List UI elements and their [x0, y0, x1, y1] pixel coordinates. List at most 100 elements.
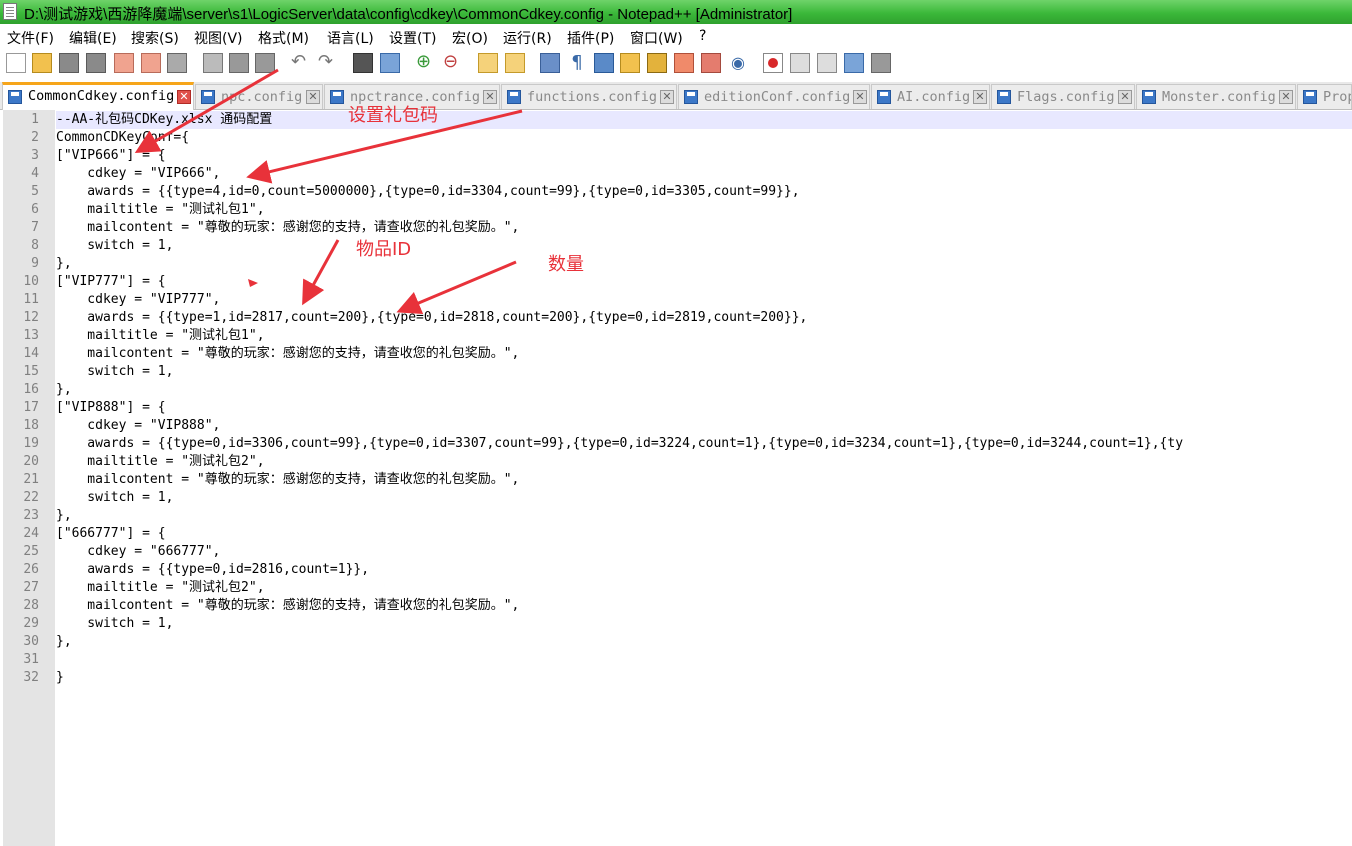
close-tab-icon[interactable]: ✕ [1279, 90, 1293, 104]
menu-edit[interactable]: 编辑(E) [69, 28, 117, 48]
code-line[interactable]: ["VIP777"] = { [56, 273, 166, 291]
code-line[interactable]: ["VIP888"] = { [56, 399, 166, 417]
code-line[interactable]: ["VIP666"] = { [56, 147, 166, 165]
close-tab-icon[interactable]: ✕ [306, 90, 320, 104]
saved-file-icon [507, 90, 521, 104]
open-file-icon[interactable] [32, 53, 52, 73]
code-line[interactable]: switch = 1, [56, 489, 173, 507]
save-macro-icon[interactable] [871, 53, 891, 73]
line-number: 28 [23, 598, 39, 613]
code-line[interactable]: switch = 1, [56, 363, 173, 381]
zoom-out-icon[interactable]: ⊖ [443, 53, 463, 73]
menu-file[interactable]: 文件(F) [7, 28, 54, 48]
tab-prop-config[interactable]: Prop [1297, 84, 1352, 109]
indent-guide-icon[interactable] [594, 53, 614, 73]
play-macro-icon[interactable] [817, 53, 837, 73]
tab-monster-config[interactable]: Monster.config ✕ [1136, 84, 1296, 109]
saved-file-icon [997, 90, 1011, 104]
sync-horizontal-icon[interactable] [505, 53, 525, 73]
save-all-icon[interactable] [86, 53, 106, 73]
menu-view[interactable]: 视图(V) [194, 28, 243, 48]
code-line[interactable]: awards = {{type=4,id=0,count=5000000},{t… [56, 183, 799, 201]
code-line[interactable]: mailtitle = "测试礼包2", [56, 453, 264, 471]
code-line[interactable]: awards = {{type=0,id=2816,count=1}}, [56, 561, 369, 579]
code-line[interactable]: CommonCDKeyConf={ [56, 129, 189, 147]
code-line[interactable]: mailcontent = "尊敬的玩家：感谢您的支持，请查收您的礼包奖励。", [56, 597, 519, 615]
tab-ai-config[interactable]: AI.config ✕ [871, 84, 990, 109]
redo-icon[interactable]: ↷ [318, 53, 338, 73]
new-file-icon[interactable] [6, 53, 26, 73]
code-line[interactable]: cdkey = "666777", [56, 543, 220, 561]
function-list-icon[interactable] [674, 53, 694, 73]
menu-language[interactable]: 语言(L) [327, 28, 374, 48]
code-line[interactable]: mailcontent = "尊敬的玩家：感谢您的支持，请查收您的礼包奖励。", [56, 219, 519, 237]
undo-icon[interactable]: ↶ [291, 53, 311, 73]
print-icon[interactable] [167, 53, 187, 73]
code-line[interactable]: mailcontent = "尊敬的玩家：感谢您的支持，请查收您的礼包奖励。", [56, 345, 519, 363]
cut-icon[interactable] [203, 53, 223, 73]
find-icon[interactable] [353, 53, 373, 73]
menu-plugins[interactable]: 插件(P) [567, 28, 614, 48]
sync-vertical-icon[interactable] [478, 53, 498, 73]
line-number: 6 [31, 202, 39, 217]
monitoring-eye-icon[interactable]: ◉ [728, 53, 748, 73]
close-file-icon[interactable] [114, 53, 134, 73]
close-tab-icon[interactable]: ✕ [853, 90, 867, 104]
code-line[interactable]: cdkey = "VIP777", [56, 291, 220, 309]
close-all-icon[interactable] [141, 53, 161, 73]
doc-map-icon[interactable] [647, 53, 667, 73]
close-tab-icon[interactable]: ✕ [660, 90, 674, 104]
menu-window[interactable]: 窗口(W) [630, 28, 683, 48]
zoom-in-icon[interactable]: ⊕ [416, 53, 436, 73]
code-line[interactable]: }, [56, 507, 72, 525]
close-tab-icon[interactable]: ✕ [177, 90, 191, 104]
code-line[interactable]: } [56, 669, 64, 687]
menu-format[interactable]: 格式(M) [258, 28, 309, 48]
tab-flags-config[interactable]: Flags.config ✕ [991, 84, 1135, 109]
folder-as-workspace-icon[interactable] [701, 53, 721, 73]
code-line[interactable]: }, [56, 255, 72, 273]
language-icon[interactable] [620, 53, 640, 73]
tab-npc-config[interactable]: npc.config ✕ [195, 84, 323, 109]
editor[interactable]: 1 2 3 4 5 6 7 8 9 10 11 12 13 14 15 16 1… [0, 110, 1352, 846]
code-line[interactable]: }, [56, 633, 72, 651]
tab-commoncdkey-config[interactable]: CommonCdkey.config ✕ [2, 82, 194, 110]
run-macro-multiple-icon[interactable] [844, 53, 864, 73]
menu-macro[interactable]: 宏(O) [452, 28, 488, 48]
paste-icon[interactable] [255, 53, 275, 73]
code-line[interactable]: mailtitle = "测试礼包1", [56, 327, 264, 345]
close-tab-icon[interactable]: ✕ [483, 90, 497, 104]
copy-icon[interactable] [229, 53, 249, 73]
code-line[interactable]: switch = 1, [56, 237, 173, 255]
code-line[interactable]: }, [56, 381, 72, 399]
saved-file-icon [1142, 90, 1156, 104]
code-line[interactable]: cdkey = "VIP666", [56, 165, 220, 183]
code-line[interactable]: mailcontent = "尊敬的玩家：感谢您的支持，请查收您的礼包奖励。", [56, 471, 519, 489]
code-line[interactable]: cdkey = "VIP888", [56, 417, 220, 435]
stop-macro-icon[interactable] [790, 53, 810, 73]
show-all-chars-icon[interactable]: ¶ [567, 53, 587, 73]
menu-run[interactable]: 运行(R) [503, 28, 552, 48]
save-icon[interactable] [59, 53, 79, 73]
code-line[interactable]: ["666777"] = { [56, 525, 166, 543]
tab-functions-config[interactable]: functions.config ✕ [501, 84, 677, 109]
menu-settings[interactable]: 设置(T) [389, 28, 436, 48]
close-tab-icon[interactable]: ✕ [973, 90, 987, 104]
replace-icon[interactable] [380, 53, 400, 73]
line-number: 3 [31, 148, 39, 163]
code-line[interactable]: mailtitle = "测试礼包1", [56, 201, 264, 219]
word-wrap-icon[interactable] [540, 53, 560, 73]
close-tab-icon[interactable]: ✕ [1118, 90, 1132, 104]
menu-search[interactable]: 搜索(S) [131, 28, 179, 48]
code-line[interactable]: awards = {{type=0,id=3306,count=99},{typ… [56, 435, 1183, 453]
record-macro-icon[interactable] [763, 53, 783, 73]
line-number: 13 [23, 328, 39, 343]
code-line[interactable]: --AA-礼包码CDKey.xlsx 通码配置 [56, 111, 1352, 129]
code-line[interactable]: mailtitle = "测试礼包2", [56, 579, 264, 597]
code-area[interactable]: --AA-礼包码CDKey.xlsx 通码配置 CommonCDKeyConf=… [56, 110, 1352, 846]
code-line[interactable]: switch = 1, [56, 615, 173, 633]
code-line[interactable]: awards = {{type=1,id=2817,count=200},{ty… [56, 309, 807, 327]
tab-editionconf-config[interactable]: editionConf.config ✕ [678, 84, 870, 109]
menu-help[interactable]: ? [699, 28, 706, 44]
tab-label: Flags.config [1017, 89, 1115, 105]
